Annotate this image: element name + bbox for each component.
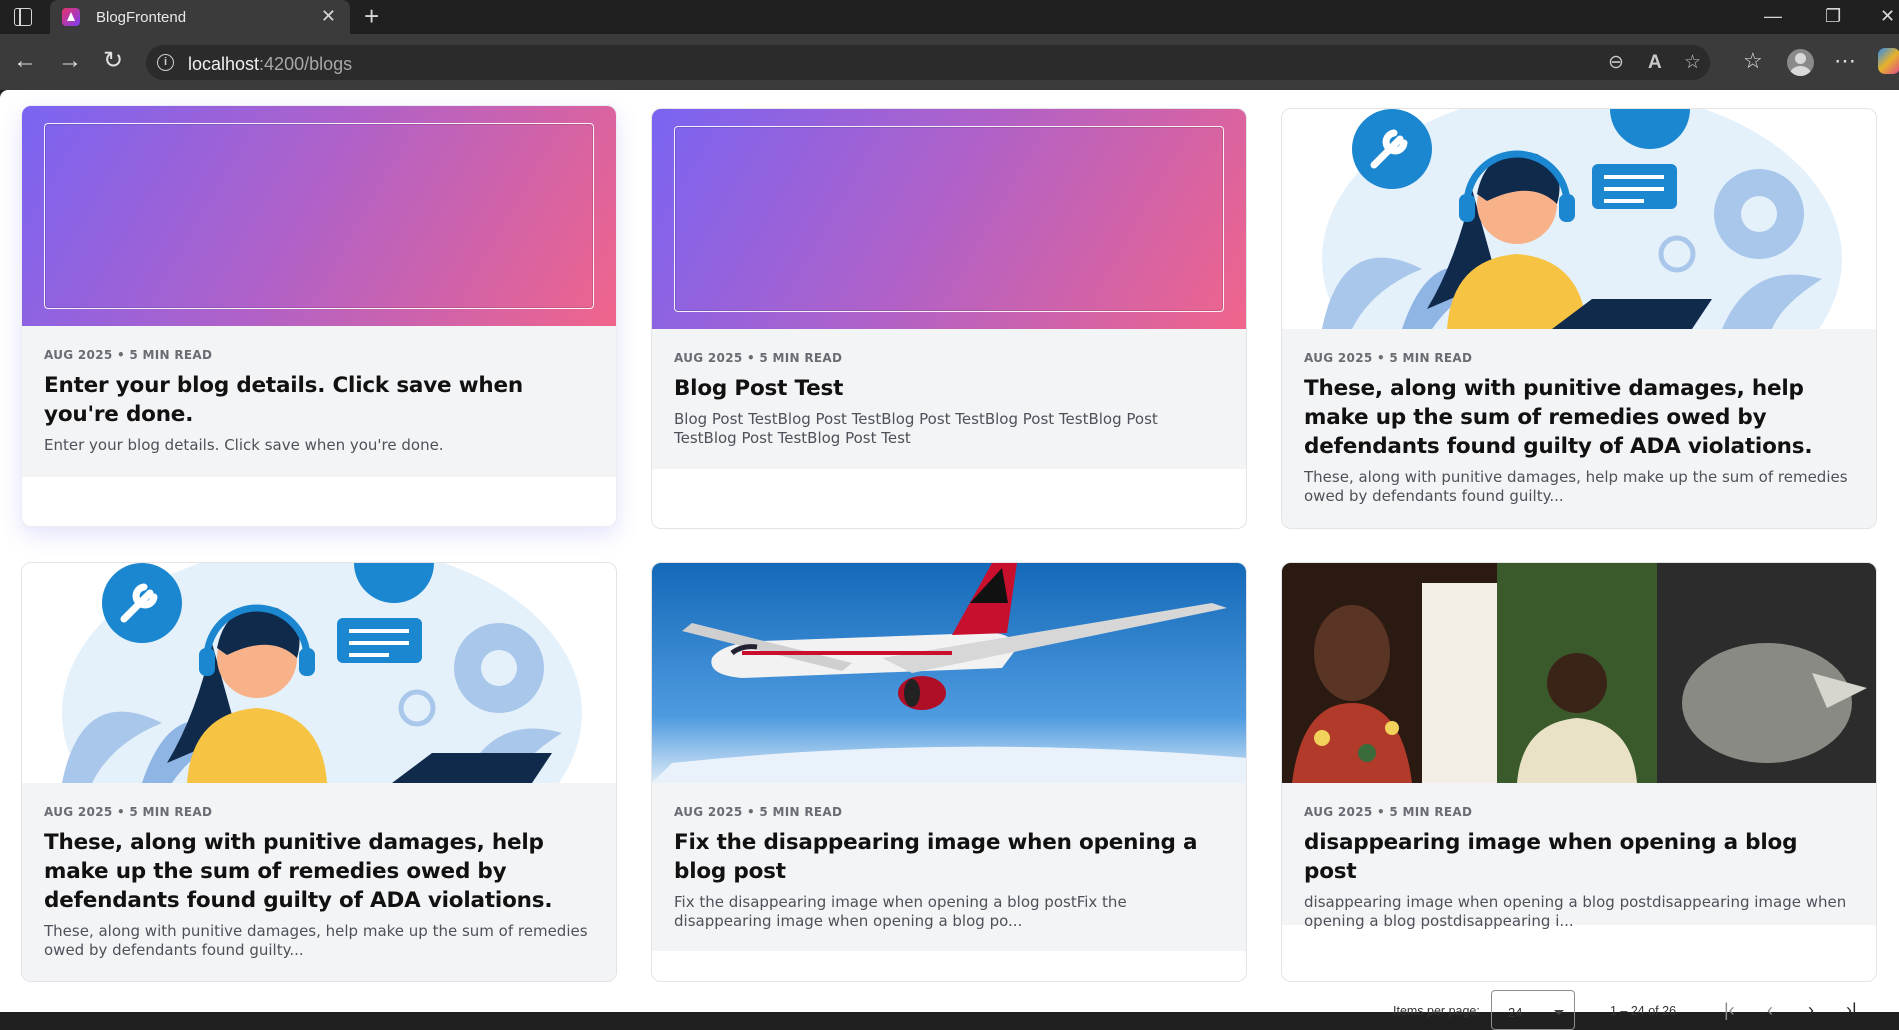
profile-avatar[interactable] [1787,49,1814,76]
site-info-icon[interactable]: i [157,54,174,71]
blog-card[interactable]: AUG 2025 • 5 MIN READ These, along with … [1281,108,1877,529]
airplane-photo [652,563,1246,783]
blog-card-title[interactable]: Fix the disappearing image when opening … [674,828,1224,886]
blog-card-body: AUG 2025 • 5 MIN READ Blog Post Test Blo… [652,329,1246,469]
blog-card-gradient-image [22,106,616,326]
blog-card[interactable]: AUG 2025 • 5 MIN READ disappearing image… [1281,562,1877,982]
blog-card-excerpt: Enter your blog details. Click save when… [44,436,444,454]
next-page-icon[interactable]: › [1808,1000,1814,1020]
more-menu-icon[interactable]: ⋯ [1834,48,1856,74]
blog-card-excerpt: These, along with punitive damages, help… [1304,468,1848,505]
address-bar[interactable]: i localhost:4200/blogs ⊖ A ☆ [146,45,1710,80]
page-range-label: 1 – 24 of 26 [1610,1004,1677,1018]
forward-icon[interactable]: → [58,48,82,74]
blog-card[interactable]: AUG 2025 • 5 MIN READ Enter your blog de… [21,105,617,527]
blog-card-meta: AUG 2025 • 5 MIN READ [44,805,213,819]
blog-card[interactable]: AUG 2025 • 5 MIN READ These, along with … [21,562,617,982]
blog-card-excerpt: disappearing image when opening a blog p… [1304,893,1847,930]
blog-card-title[interactable]: disappearing image when opening a blog p… [1304,828,1854,886]
blog-card-excerpt: Fix the disappearing image when opening … [674,893,1127,930]
customer-support-illustration [22,563,616,783]
blog-card-body: AUG 2025 • 5 MIN READ These, along with … [1282,329,1876,528]
new-tab-button[interactable]: + [364,2,379,30]
browser-tab-strip: BlogFrontend ✕ + — ❐ ✕ [0,0,1899,34]
blog-card-title[interactable]: These, along with punitive damages, help… [1304,374,1854,461]
first-page-icon[interactable]: |‹ [1724,1000,1735,1020]
angular-favicon-icon [62,8,80,26]
blog-card[interactable]: AUG 2025 • 5 MIN READ Blog Post Test Blo… [651,108,1247,529]
items-per-page-label: Items per page: [1393,1004,1480,1018]
blog-card-body: AUG 2025 • 5 MIN READ disappearing image… [1282,783,1876,930]
blog-card-meta: AUG 2025 • 5 MIN READ [674,805,843,819]
paginator: Items per page: 24 1 – 24 of 26 |‹ ‹ › ›… [1380,990,1899,1030]
blog-card[interactable]: AUG 2025 • 5 MIN READ Fix the disappeari… [651,562,1247,982]
magazine-covers-photo [1282,563,1876,783]
blog-card-excerpt: Blog Post TestBlog Post TestBlog Post Te… [674,410,1158,447]
copilot-icon[interactable] [1878,48,1899,74]
minimize-button[interactable]: — [1764,4,1782,28]
blog-card-meta: AUG 2025 • 5 MIN READ [1304,351,1473,365]
browser-tab[interactable]: BlogFrontend ✕ [50,0,350,34]
zoom-icon[interactable]: ⊖ [1608,52,1624,74]
chevron-down-icon [1554,1010,1564,1015]
items-per-page-value: 24 [1508,1005,1523,1020]
restore-button[interactable]: ❐ [1825,4,1841,28]
tab-close-icon[interactable]: ✕ [321,6,336,26]
blog-card-meta: AUG 2025 • 5 MIN READ [1304,805,1473,819]
last-page-icon[interactable]: ›| [1846,1000,1857,1020]
blog-card-meta: AUG 2025 • 5 MIN READ [44,348,213,362]
close-window-button[interactable]: ✕ [1880,4,1895,28]
previous-page-icon[interactable]: ‹ [1767,1000,1773,1020]
read-aloud-icon[interactable]: A [1648,52,1662,74]
favorite-star-icon[interactable]: ☆ [1684,52,1701,74]
blog-card-body: AUG 2025 • 5 MIN READ Fix the disappeari… [652,783,1246,951]
blog-card-body: AUG 2025 • 5 MIN READ These, along with … [22,783,616,981]
blog-card-gradient-image [652,109,1246,329]
blog-card-body: AUG 2025 • 5 MIN READ Enter your blog de… [22,326,616,477]
blog-card-title[interactable]: Blog Post Test [674,374,1224,403]
browser-toolbar: ← → ↻ i localhost:4200/blogs ⊖ A ☆ ☆ ⋯ [0,34,1899,90]
url-path: :4200/blogs [259,54,353,74]
tab-title: BlogFrontend [96,9,187,26]
url-text[interactable]: localhost:4200/blogs [188,54,352,75]
blog-card-title[interactable]: Enter your blog details. Click save when… [44,371,594,429]
blog-card-excerpt: These, along with punitive damages, help… [44,922,588,959]
reload-icon[interactable]: ↻ [103,48,123,74]
customer-support-illustration [1282,109,1876,329]
blog-card-meta: AUG 2025 • 5 MIN READ [674,351,843,365]
sidebar-toggle-icon[interactable] [14,8,32,26]
items-per-page-select[interactable]: 24 [1491,990,1575,1030]
favorites-icon[interactable]: ☆ [1743,48,1763,74]
url-host: localhost [188,54,260,74]
blog-list-page: AUG 2025 • 5 MIN READ Enter your blog de… [0,90,1899,1012]
back-icon[interactable]: ← [13,48,37,74]
blog-card-title[interactable]: These, along with punitive damages, help… [44,828,594,915]
